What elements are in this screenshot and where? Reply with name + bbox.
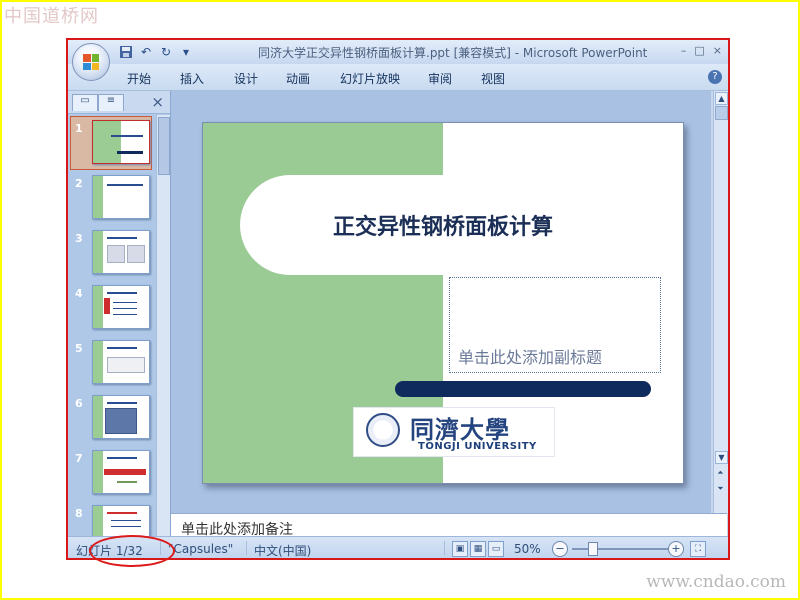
tab-slideshow[interactable]: 幻灯片放映 [340,70,400,87]
subtitle-placeholder-text: 单击此处添加副标题 [458,348,603,367]
slide-thumb-8[interactable]: 8 [68,504,156,536]
zoom-out-icon[interactable]: − [552,541,568,557]
title-bar: ↶ ↻ ▾ 同济大学正交异性钢桥面板计算.ppt [兼容模式] - Micros… [68,40,728,81]
site-watermark-top: 中国道桥网 [4,6,99,27]
tab-view[interactable]: 视图 [481,70,505,87]
tab-insert[interactable]: 插入 [180,70,204,87]
slide-thumb-2[interactable]: 2 [68,174,156,222]
slide-sorter-icon[interactable]: ▦ [470,541,486,557]
slide-number: 4 [75,287,83,300]
next-slide-icon[interactable]: ⏷ [715,483,726,495]
slide-thumb-3[interactable]: 3 [68,229,156,277]
window-controls: – □ × [681,44,722,57]
logo-english-text: TONGJI UNIVERSITY [418,441,537,452]
slide-scrollbar[interactable]: ▲ ▼ ⏶ ⏷ [713,91,728,513]
slide-thumb-image [92,175,150,219]
slide-editing-area: 正交异性钢桥面板计算 单击此处添加副标题 同濟大學 TONGJI UNIVERS… [171,91,711,513]
slide-thumb-image [92,285,150,329]
slide-number: 5 [75,342,83,355]
slide-thumb-5[interactable]: 5 [68,339,156,387]
site-watermark-bottom: www.cndao.com [646,572,786,592]
tab-home[interactable]: 开始 [127,70,151,87]
slide-title[interactable]: 正交异性钢桥面板计算 [203,209,683,241]
slide-thumb-7[interactable]: 7 [68,449,156,497]
slide-thumb-image [92,505,150,536]
theme-name: "Capsules" [168,542,234,556]
slide-thumb-6[interactable]: 6 [68,394,156,442]
slide-thumb-1[interactable]: 1 [68,116,156,170]
tab-animation[interactable]: 动画 [286,70,310,87]
fit-to-window-icon[interactable]: ⛶ [690,541,706,557]
customize-qat-icon[interactable]: ▾ [178,44,194,60]
undo-icon[interactable]: ↶ [138,44,154,60]
slide-thumb-image [92,230,150,274]
slide-thumb-image [92,395,150,439]
maximize-button[interactable]: □ [694,44,704,57]
save-icon[interactable] [118,44,134,60]
powerpoint-window: ↶ ↻ ▾ 同济大学正交异性钢桥面板计算.ppt [兼容模式] - Micros… [66,38,730,560]
previous-slide-icon[interactable]: ⏶ [715,467,726,479]
slide-number: 1 [75,122,83,135]
slide-number: 3 [75,232,83,245]
slide-thumb-4[interactable]: 4 [68,284,156,332]
quick-access-toolbar: ↶ ↻ ▾ [118,44,194,60]
current-slide[interactable]: 正交异性钢桥面板计算 单击此处添加副标题 同濟大學 TONGJI UNIVERS… [202,122,684,484]
slideshow-view-icon[interactable]: ▭ [488,541,504,557]
zoom-slider[interactable] [572,548,672,550]
zoom-level[interactable]: 50% [514,542,541,556]
tab-design[interactable]: 设计 [234,70,258,87]
slide-thumb-image [92,450,150,494]
slide-number: 8 [75,507,83,520]
help-icon[interactable]: ? [708,70,722,84]
scroll-down-icon[interactable]: ▼ [715,451,728,464]
zoom-slider-knob[interactable] [588,542,598,556]
slide-decor-bar [395,381,651,397]
language-indicator[interactable]: 中文(中国) [254,542,311,558]
ribbon-tabs: 开始 插入 设计 动画 幻灯片放映 审阅 视图 ? [68,64,728,91]
window-title: 同济大学正交异性钢桥面板计算.ppt [兼容模式] - Microsoft Po… [258,46,648,60]
university-seal-icon [366,413,400,447]
slide-number: 6 [75,397,83,410]
logo-chinese-text: 同濟大學 [410,415,510,444]
slide-number: 7 [75,452,83,465]
notes-pane[interactable]: 单击此处添加备注 [171,513,727,538]
tab-review[interactable]: 审阅 [428,70,452,87]
scroll-thumb[interactable] [158,117,170,175]
status-divider [444,541,445,555]
close-button[interactable]: × [713,44,722,57]
pane-tabs: ▭ ≡ × [68,91,170,114]
slide-thumb-image [92,340,150,384]
office-logo-icon [83,54,99,70]
slides-pane: ▭ ≡ × 1 2 3 4 5 6 7 8 [68,91,171,536]
thumbnail-scrollbar[interactable] [156,115,170,536]
zoom-in-icon[interactable]: + [668,541,684,557]
scroll-thumb[interactable] [715,106,728,120]
slide-number: 2 [75,177,83,190]
highlight-oval [89,535,175,567]
subtitle-placeholder[interactable]: 单击此处添加副标题 [449,277,661,373]
office-button[interactable] [72,43,110,81]
minimize-button[interactable]: – [681,44,687,57]
outline-tab[interactable]: ≡ [98,94,124,111]
slide-thumb-image [92,120,150,164]
status-divider [246,541,247,555]
redo-icon[interactable]: ↻ [158,44,174,60]
tongji-logo: 同濟大學 TONGJI UNIVERSITY [353,407,555,457]
slides-tab[interactable]: ▭ [72,94,98,111]
slide-thumbnail-list: 1 2 3 4 5 6 7 8 [68,115,156,536]
scroll-up-icon[interactable]: ▲ [715,92,728,105]
normal-view-icon[interactable]: ▣ [452,541,468,557]
pane-close-icon[interactable]: × [151,93,164,111]
